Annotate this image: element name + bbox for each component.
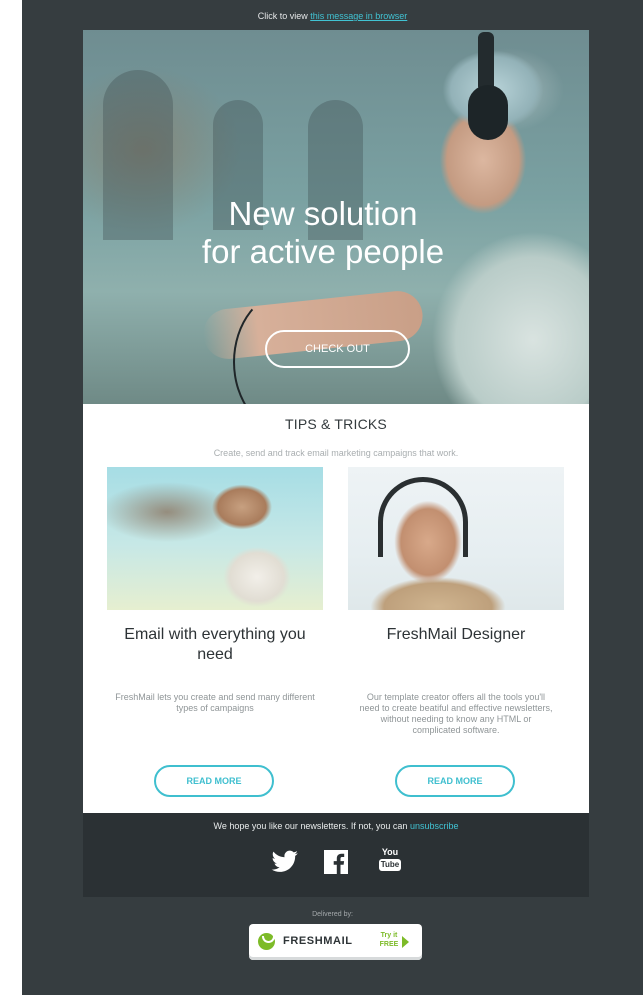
footer: We hope you like our newsletters. If not… <box>83 813 589 897</box>
facebook-icon[interactable] <box>322 850 350 874</box>
headphone-band <box>478 32 494 92</box>
hero-headline-line2: for active people <box>201 233 445 270</box>
card-title: FreshMail Designer <box>386 626 526 643</box>
preheader: Click to view this message in browser <box>22 11 643 21</box>
footer-note: We hope you like our newsletters. If not… <box>83 821 589 831</box>
chevron-right-icon <box>402 936 409 948</box>
card-image-man-headphones <box>348 467 564 610</box>
tips-section: TIPS & TRICKS Create, send and track ema… <box>83 404 589 813</box>
headphones-icon <box>378 477 468 557</box>
youtube-icon[interactable]: You Tube <box>379 847 401 875</box>
freshmail-logo-icon <box>258 933 275 950</box>
card-title: Email with everything you need <box>124 626 306 663</box>
youtube-icon-top: You <box>381 847 399 857</box>
free-text: FREE <box>379 941 399 948</box>
unsubscribe-link[interactable]: unsubscribe <box>410 821 459 831</box>
card-image-woman-headphones <box>107 467 323 610</box>
email-frame: Click to view this message in browser Ne… <box>22 0 643 995</box>
twitter-icon[interactable] <box>271 850 299 874</box>
try-it-text: Try it <box>380 932 398 939</box>
delivered-by-label: Delivered by: <box>312 911 353 918</box>
footer-note-text: We hope you like our newsletters. If not… <box>213 821 408 831</box>
card-description: Our template creator offers all the tool… <box>359 692 553 735</box>
hero-headline: New solution for active people <box>83 195 563 271</box>
section-title: TIPS & TRICKS <box>285 416 387 432</box>
preheader-text: Click to view <box>257 11 308 21</box>
check-out-button[interactable]: CHECK OUT <box>265 330 410 368</box>
read-more-button[interactable]: READ MORE <box>395 765 515 797</box>
card-description: FreshMail lets you create and send many … <box>115 692 315 713</box>
freshmail-try-free-badge[interactable]: FRESHMAIL Try it FREE <box>249 924 422 960</box>
hero-banner: New solution for active people CHECK OUT <box>83 30 589 404</box>
youtube-icon-bottom: Tube <box>379 859 401 871</box>
view-in-browser-link[interactable]: this message in browser <box>310 11 407 21</box>
headphones-icon <box>468 85 508 140</box>
try-free-label: Try it FREE <box>375 931 403 949</box>
section-subtitle: Create, send and track email marketing c… <box>213 448 459 458</box>
freshmail-brand: FRESHMAIL <box>283 935 353 947</box>
hero-headline-line1: New solution <box>228 195 418 232</box>
read-more-button[interactable]: READ MORE <box>154 765 274 797</box>
